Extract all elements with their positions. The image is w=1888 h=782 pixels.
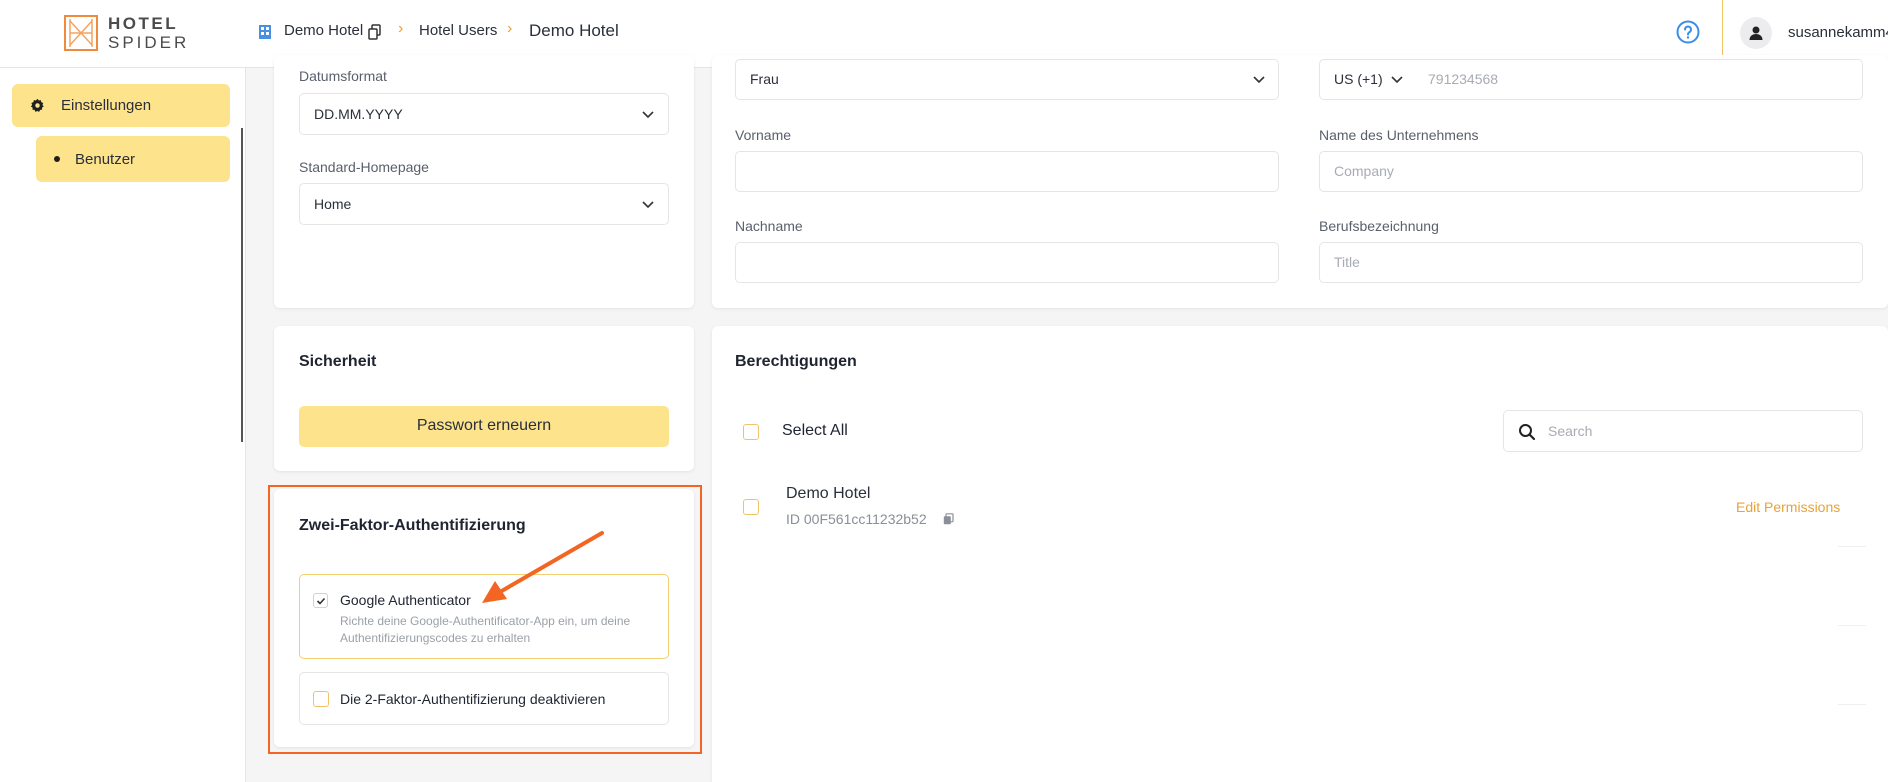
reset-password-button[interactable]: Passwort erneuern bbox=[299, 406, 669, 447]
bullet-icon bbox=[54, 156, 60, 162]
security-card bbox=[274, 326, 694, 471]
hotel-id: ID 00F561cc11232b52 bbox=[786, 511, 927, 527]
company-placeholder: Company bbox=[1334, 163, 1394, 179]
hotel-spider-logo-icon bbox=[64, 15, 98, 51]
company-label: Name des Unternehmens bbox=[1319, 127, 1479, 143]
phone-input[interactable]: 791234568 bbox=[1428, 71, 1498, 87]
salutation-select[interactable]: Frau bbox=[735, 59, 1279, 100]
phone-country-code[interactable]: US (+1) bbox=[1334, 71, 1383, 87]
select-all-checkbox[interactable] bbox=[743, 424, 759, 440]
edit-permissions-link[interactable]: Edit Permissions bbox=[1736, 499, 1840, 515]
chevron-down-icon bbox=[642, 111, 654, 119]
search-icon bbox=[1519, 424, 1536, 441]
security-title: Sicherheit bbox=[299, 353, 377, 370]
company-input[interactable]: Company bbox=[1319, 151, 1863, 192]
copy-icon[interactable] bbox=[368, 24, 382, 40]
sidebar-item-einstellungen[interactable]: Einstellungen bbox=[12, 84, 230, 127]
search-placeholder: Search bbox=[1548, 423, 1593, 439]
sidebar-item-label: Einstellungen bbox=[61, 97, 152, 114]
building-icon bbox=[259, 25, 271, 39]
firstname-label: Vorname bbox=[735, 127, 792, 143]
jobtitle-input[interactable]: Title bbox=[1319, 242, 1863, 283]
chevron-right-icon: › bbox=[507, 20, 513, 37]
phone-field[interactable]: US (+1) 791234568 bbox=[1319, 59, 1863, 100]
hotel-checkbox[interactable] bbox=[743, 499, 759, 515]
chevron-down-icon[interactable] bbox=[1391, 76, 1403, 84]
sidebar-scrollbar[interactable] bbox=[241, 128, 243, 442]
list-item: Demo Hotel ID 00F561cc11232b52 bbox=[725, 476, 1825, 546]
permissions-search-input[interactable]: Search bbox=[1503, 410, 1863, 452]
date-format-label: Datumsformat bbox=[299, 68, 387, 84]
chevron-down-icon bbox=[1253, 76, 1265, 84]
breadcrumb-item-hotel-users[interactable]: Hotel Users bbox=[419, 22, 497, 39]
divider bbox=[1838, 625, 1866, 626]
lastname-label: Nachname bbox=[735, 218, 803, 234]
gear-icon bbox=[30, 98, 44, 112]
firstname-input[interactable] bbox=[735, 151, 1279, 192]
breadcrumb-item-hotel[interactable]: Demo Hotel bbox=[284, 22, 363, 39]
copy-icon[interactable] bbox=[943, 513, 954, 525]
homepage-label: Standard-Homepage bbox=[299, 159, 429, 175]
username[interactable]: susannekamm4 bbox=[1788, 24, 1888, 41]
select-all-label[interactable]: Select All bbox=[782, 422, 848, 440]
logo-text-hotel: HOTEL bbox=[108, 14, 179, 33]
jobtitle-label: Berufsbezeichnung bbox=[1319, 218, 1439, 234]
divider bbox=[1838, 546, 1866, 547]
lastname-input[interactable] bbox=[735, 242, 1279, 283]
salutation-value: Frau bbox=[750, 71, 779, 87]
date-format-select[interactable]: DD.MM.YYYY bbox=[299, 93, 669, 135]
breadcrumb-current: Demo Hotel bbox=[529, 21, 619, 40]
help-icon[interactable] bbox=[1676, 20, 1700, 44]
hotel-name: Demo Hotel bbox=[786, 485, 871, 502]
avatar[interactable] bbox=[1740, 17, 1772, 49]
date-format-value: DD.MM.YYYY bbox=[314, 106, 403, 122]
homepage-select[interactable]: Home bbox=[299, 183, 669, 225]
logo-text-spider: SPIDER bbox=[108, 33, 190, 52]
annotation-arrow-icon bbox=[482, 531, 604, 603]
homepage-value: Home bbox=[314, 196, 352, 212]
permissions-card bbox=[712, 326, 1888, 782]
divider bbox=[1838, 704, 1866, 705]
jobtitle-placeholder: Title bbox=[1334, 254, 1360, 270]
sidebar-item-benutzer[interactable]: Benutzer bbox=[36, 136, 230, 182]
sidebar-item-label: Benutzer bbox=[75, 151, 136, 168]
chevron-down-icon bbox=[642, 201, 654, 209]
user-icon bbox=[1749, 26, 1763, 40]
chevron-right-icon: › bbox=[398, 20, 404, 37]
permissions-title: Berechtigungen bbox=[735, 353, 857, 370]
